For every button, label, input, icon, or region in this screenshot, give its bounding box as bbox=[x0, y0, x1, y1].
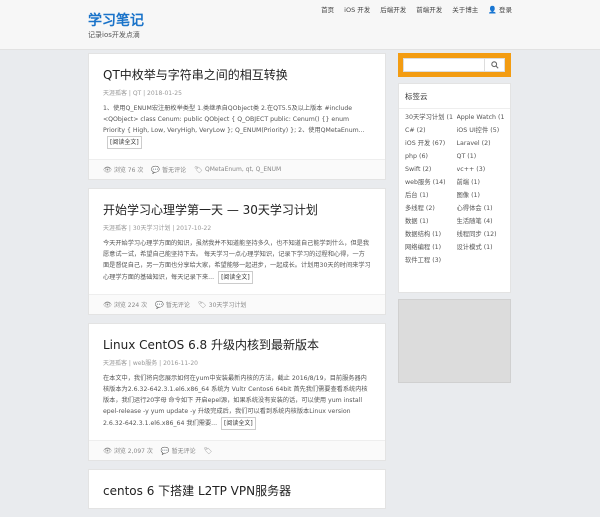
tag-link[interactable]: 数据结构 (1) bbox=[405, 230, 453, 239]
tag-link[interactable]: 30天学习计划 (1) bbox=[405, 113, 453, 122]
views-count: 浏览 224 次 bbox=[113, 302, 148, 309]
post-card: Linux CentOS 6.8 升级内核到最新版本 天涯孤客 | web服务 … bbox=[88, 323, 386, 461]
search-icon bbox=[490, 61, 499, 69]
tag-link[interactable]: iOS UI控件 (5) bbox=[457, 126, 505, 135]
tag-link[interactable]: 数据 (1) bbox=[405, 217, 453, 226]
comments-label: 暂无评论 bbox=[165, 302, 190, 309]
tag-link[interactable]: 图像 (1) bbox=[457, 191, 505, 200]
tag-icon: 🏷 bbox=[194, 165, 203, 174]
site-header: 学习笔记 记录ios开发点滴 首页 iOS 开发 后端开发 前端开发 关于博主 … bbox=[0, 0, 600, 50]
post-meta: 天涯孤客 | QT | 2018-01-25 bbox=[103, 90, 182, 97]
tag-link[interactable]: 多线程 (2) bbox=[405, 204, 453, 213]
post-card: 开始学习心理学第一天 — 30天学习计划 天涯孤客 | 30天学习计划 | 20… bbox=[88, 188, 386, 315]
tag-link[interactable]: 生活随笔 (4) bbox=[457, 217, 505, 226]
tag-link[interactable]: vc++ (3) bbox=[457, 165, 505, 174]
site-tagline: 记录ios开发点滴 bbox=[88, 31, 140, 39]
tag-link[interactable]: 前端 (1) bbox=[457, 178, 505, 187]
top-nav: 首页 iOS 开发 后端开发 前端开发 关于博主 👤 登录 bbox=[321, 4, 512, 14]
post-tags[interactable]: 🏷 bbox=[204, 447, 215, 455]
post-meta: 天涯孤客 | web服务 | 2016-11-20 bbox=[103, 360, 198, 367]
post-footer: 👁 浏览 224 次 💬 暂无评论 🏷 30天学习计划 bbox=[89, 294, 385, 314]
tags-label: 30天学习计划 bbox=[208, 302, 247, 309]
post-comments[interactable]: 💬 暂无评论 bbox=[160, 446, 196, 456]
tag-link[interactable]: 线程同步 (12) bbox=[457, 230, 505, 239]
tag-icon: 🏷 bbox=[203, 446, 213, 455]
eye-icon: 👁 bbox=[103, 300, 112, 309]
nav-ios[interactable]: iOS 开发 bbox=[344, 4, 370, 14]
site-logo[interactable]: 学习笔记 bbox=[88, 10, 144, 30]
tag-link[interactable]: 网络编程 (1) bbox=[405, 243, 453, 252]
post-comments[interactable]: 💬 暂无评论 bbox=[151, 165, 187, 175]
post-excerpt: 今天开始学习心理学方面的知识，虽然我并不知道能坚持多久，也不知道自己能学到什么，… bbox=[89, 232, 385, 294]
post-tags[interactable]: 🏷 QMetaEnum, qt, Q_ENUM bbox=[194, 166, 281, 174]
post-card: centos 6 下搭建 L2TP VPN服务器 bbox=[88, 469, 386, 509]
tag-link[interactable]: php (6) bbox=[405, 152, 453, 161]
sidebar: 标签云 30天学习计划 (1) Apple Watch (1) C# (2) i… bbox=[398, 53, 511, 383]
comment-icon: 💬 bbox=[155, 300, 164, 309]
post-title[interactable]: centos 6 下搭建 L2TP VPN服务器 bbox=[89, 470, 385, 499]
comments-label: 暂无评论 bbox=[171, 448, 196, 455]
post-meta: 天涯孤客 | 30天学习计划 | 2017-10-22 bbox=[103, 225, 212, 232]
search-input[interactable] bbox=[403, 58, 485, 72]
read-more-button[interactable]: [阅读全文] bbox=[221, 417, 256, 430]
post-excerpt-text: 1、使用Q_ENUM宏注册枚举类型 1.类继承自QObject类 2.在QT5.… bbox=[103, 105, 365, 134]
comment-icon: 💬 bbox=[160, 446, 170, 455]
comments-label: 暂无评论 bbox=[162, 167, 187, 174]
views-count: 浏览 2,097 次 bbox=[113, 448, 153, 455]
tag-cloud-title: 标签云 bbox=[399, 84, 510, 109]
nav-about[interactable]: 关于博主 bbox=[452, 4, 478, 14]
post-views: 👁 浏览 76 次 bbox=[103, 165, 144, 175]
post-card: QT中枚举与字符串之间的相互转换 天涯孤客 | QT | 2018-01-25 … bbox=[88, 53, 386, 180]
views-count: 浏览 76 次 bbox=[113, 167, 144, 174]
tag-link[interactable]: C# (2) bbox=[405, 126, 453, 135]
user-icon: 👤 bbox=[488, 6, 497, 14]
nav-backend[interactable]: 后端开发 bbox=[380, 4, 406, 14]
read-more-button[interactable]: [阅读全文] bbox=[107, 136, 142, 149]
nav-frontend[interactable]: 前端开发 bbox=[416, 4, 442, 14]
post-title[interactable]: 开始学习心理学第一天 — 30天学习计划 bbox=[89, 189, 385, 218]
tag-cloud-list: 30天学习计划 (1) Apple Watch (1) C# (2) iOS U… bbox=[399, 109, 510, 269]
tag-link[interactable]: web服务 (14) bbox=[405, 178, 453, 187]
tag-link[interactable]: Swift (2) bbox=[405, 165, 453, 174]
post-footer: 👁 浏览 76 次 💬 暂无评论 🏷 QMetaEnum, qt, Q_ENUM bbox=[89, 159, 385, 179]
tag-link[interactable]: QT (1) bbox=[457, 152, 505, 161]
nav-login[interactable]: 👤 登录 bbox=[488, 4, 512, 14]
post-footer: 👁 浏览 2,097 次 💬 暂无评论 🏷 bbox=[89, 440, 385, 460]
comment-icon: 💬 bbox=[151, 165, 161, 174]
read-more-button[interactable]: [阅读全文] bbox=[218, 271, 253, 284]
post-comments[interactable]: 💬 暂无评论 bbox=[155, 300, 190, 310]
tag-cloud-panel: 标签云 30天学习计划 (1) Apple Watch (1) C# (2) i… bbox=[398, 83, 511, 293]
post-excerpt: 在本文中，我们将向您展示如何在yum中安装最新内核的方法，截止 2016/8/1… bbox=[89, 367, 385, 440]
post-title[interactable]: Linux CentOS 6.8 升级内核到最新版本 bbox=[89, 324, 385, 353]
tag-icon: 🏷 bbox=[197, 300, 207, 309]
nav-home[interactable]: 首页 bbox=[321, 4, 334, 14]
post-title[interactable]: QT中枚举与字符串之间的相互转换 bbox=[89, 54, 385, 83]
tag-link[interactable]: Apple Watch (1) bbox=[457, 113, 505, 122]
post-list: QT中枚举与字符串之间的相互转换 天涯孤客 | QT | 2018-01-25 … bbox=[88, 53, 386, 517]
sidebar-widget-placeholder bbox=[398, 299, 511, 383]
post-views: 👁 浏览 2,097 次 bbox=[103, 446, 153, 456]
tag-link[interactable]: iOS 开发 (67) bbox=[405, 139, 453, 148]
post-excerpt: 1、使用Q_ENUM宏注册枚举类型 1.类继承自QObject类 2.在QT5.… bbox=[89, 97, 385, 159]
tag-link[interactable]: 软件工程 (3) bbox=[405, 256, 453, 265]
tags-label: QMetaEnum, qt, Q_ENUM bbox=[204, 166, 282, 173]
eye-icon: 👁 bbox=[103, 446, 112, 455]
eye-icon: 👁 bbox=[103, 165, 112, 174]
search-button[interactable] bbox=[485, 58, 505, 72]
search-box bbox=[398, 53, 511, 77]
tag-link[interactable]: 后台 (1) bbox=[405, 191, 453, 200]
tag-link[interactable]: 设计模式 (1) bbox=[457, 243, 505, 252]
tag-link[interactable]: 心得体会 (1) bbox=[457, 204, 505, 213]
tag-link[interactable]: Laravel (2) bbox=[457, 139, 505, 148]
nav-login-label: 登录 bbox=[499, 6, 512, 14]
post-tags[interactable]: 🏷 30天学习计划 bbox=[197, 300, 247, 310]
post-views: 👁 浏览 224 次 bbox=[103, 300, 148, 310]
